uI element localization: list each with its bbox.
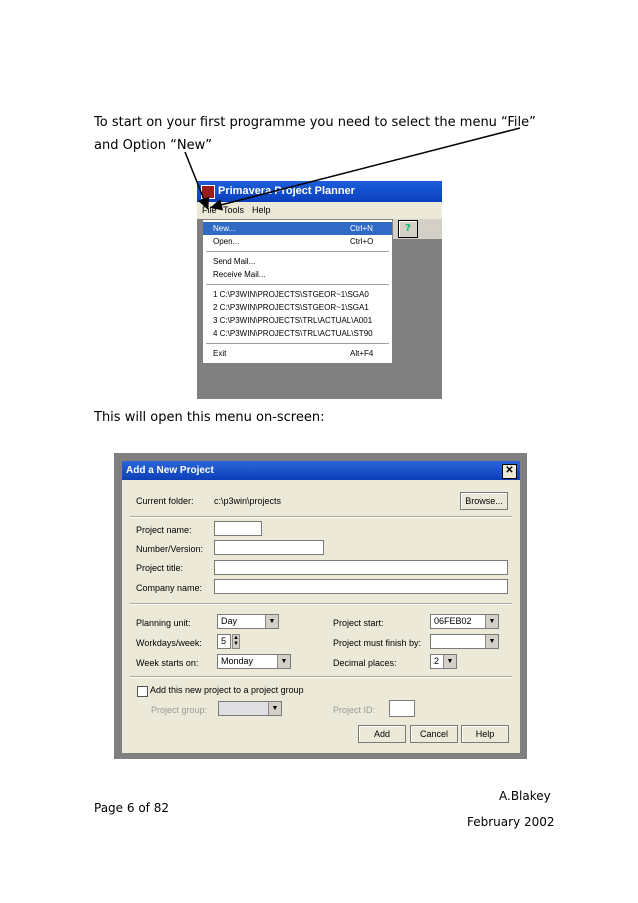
add-project-dialog: Add a New Project ✕ Current folder: c:\p… xyxy=(122,461,520,753)
must-finish-label: Project must finish by: xyxy=(333,638,422,648)
current-folder-label: Current folder: xyxy=(136,496,194,506)
chevron-down-icon: ▼ xyxy=(268,702,281,715)
dialog-separator xyxy=(130,516,512,518)
project-title-label: Project title: xyxy=(136,563,184,573)
planning-unit-label: Planning unit: xyxy=(136,618,191,628)
chevron-down-icon: ▼ xyxy=(277,655,290,668)
project-group-select[interactable]: ▼ xyxy=(218,701,282,716)
project-id-field[interactable] xyxy=(389,700,415,717)
arrow-to-file-menu xyxy=(184,151,210,210)
chevron-down-icon: ▼ xyxy=(485,615,498,628)
dialog-screenshot: Add a New Project ✕ Current folder: c:\p… xyxy=(114,453,527,759)
project-start-select[interactable]: 06FEB02 ▼ xyxy=(430,614,499,629)
number-version-label: Number/Version: xyxy=(136,544,204,554)
project-name-label: Project name: xyxy=(136,525,192,535)
week-starts-select[interactable]: Monday ▼ xyxy=(217,654,291,669)
cancel-button[interactable]: Cancel xyxy=(410,725,458,743)
browse-button[interactable]: Browse... xyxy=(460,492,508,510)
number-version-field[interactable] xyxy=(214,540,324,555)
document-page: To start on your first programme you nee… xyxy=(0,0,638,903)
help-button[interactable]: Help xyxy=(461,725,509,743)
chevron-down-icon: ▼ xyxy=(265,615,278,628)
add-to-group-checkbox[interactable] xyxy=(137,686,148,697)
project-name-field[interactable] xyxy=(214,521,262,536)
add-to-group-label: Add this new project to a project group xyxy=(150,685,304,695)
chevron-down-icon: ▼ xyxy=(443,655,456,668)
workdays-label: Workdays/week: xyxy=(136,638,202,648)
planning-unit-select[interactable]: Day ▼ xyxy=(217,614,279,629)
add-button[interactable]: Add xyxy=(358,725,406,743)
company-name-label: Company name: xyxy=(136,583,203,593)
project-start-label: Project start: xyxy=(333,618,384,628)
dialog-titlebar: Add a New Project ✕ xyxy=(122,461,520,480)
workdays-field[interactable]: 5 xyxy=(217,634,231,649)
close-icon[interactable]: ✕ xyxy=(502,464,517,479)
chevron-down-icon: ▼ xyxy=(485,635,498,648)
company-name-field[interactable] xyxy=(214,579,508,594)
current-folder-value: c:\p3win\projects xyxy=(214,496,282,506)
middle-text: This will open this menu on-screen: xyxy=(94,410,325,425)
must-finish-select[interactable]: ▼ xyxy=(430,634,499,649)
project-group-label: Project group: xyxy=(151,705,208,715)
project-id-label: Project ID: xyxy=(333,705,376,715)
footer-author: A.Blakey xyxy=(499,789,551,803)
footer-page-number: Page 6 of 82 xyxy=(94,801,169,815)
dialog-separator xyxy=(130,676,512,678)
dialog-title: Add a New Project xyxy=(126,465,214,476)
decimal-places-select[interactable]: 2 ▼ xyxy=(430,654,457,669)
project-title-field[interactable] xyxy=(214,560,508,575)
dialog-separator xyxy=(130,603,512,605)
footer-date: February 2002 xyxy=(467,815,555,829)
decimal-places-label: Decimal places: xyxy=(333,658,397,668)
arrow-to-new-item xyxy=(210,127,521,211)
week-starts-label: Week starts on: xyxy=(136,658,199,668)
workdays-spinner[interactable]: ▲ ▼ xyxy=(232,634,240,649)
pointer-arrows xyxy=(184,127,521,211)
